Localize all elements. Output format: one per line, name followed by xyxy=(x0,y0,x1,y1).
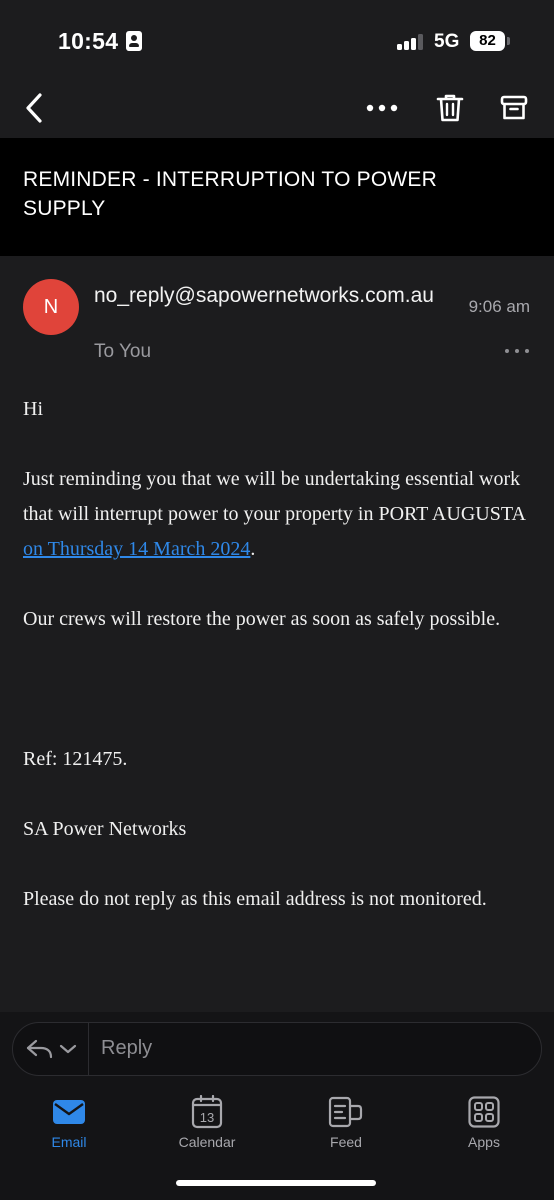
apps-grid-icon xyxy=(468,1096,500,1128)
cellular-signal-icon xyxy=(397,34,427,50)
received-time: 9:06 am xyxy=(468,297,530,316)
message-options-button[interactable] xyxy=(505,341,529,361)
person-card-icon xyxy=(126,31,142,51)
body-text: Just reminding you that we will be under… xyxy=(23,468,525,525)
reply-options-button[interactable] xyxy=(13,1023,89,1075)
message-toolbar xyxy=(0,80,554,138)
status-time: 10:54 xyxy=(58,28,119,54)
body-paragraph-2: Our crews will restore the power as soon… xyxy=(23,608,501,630)
sender-address[interactable]: no_reply@sapowernetworks.com.au xyxy=(94,282,454,310)
archive-icon xyxy=(500,95,528,120)
sender-avatar[interactable]: N xyxy=(23,279,79,335)
reply-box[interactable]: Reply xyxy=(12,1022,542,1076)
reply-area: Reply xyxy=(0,1012,554,1086)
trash-icon xyxy=(436,94,464,122)
tab-email[interactable]: Email xyxy=(14,1094,124,1158)
feed-icon xyxy=(328,1096,363,1128)
home-indicator[interactable] xyxy=(176,1180,376,1186)
tab-feed[interactable]: Feed xyxy=(291,1094,401,1158)
chevron-left-icon xyxy=(26,93,42,123)
back-button[interactable] xyxy=(12,80,56,136)
tab-label: Apps xyxy=(468,1134,500,1150)
calendar-icon: 13 xyxy=(191,1095,223,1129)
tab-calendar[interactable]: 13 Calendar xyxy=(152,1094,262,1158)
body-paragraph-1: Just reminding you that we will be under… xyxy=(23,462,535,567)
body-text: . xyxy=(250,538,256,560)
more-button[interactable] xyxy=(360,80,404,136)
tab-label: Calendar xyxy=(178,1134,236,1150)
network-type: 5G xyxy=(434,31,460,52)
signature: SA Power Networks xyxy=(23,818,187,840)
subject-bar: REMINDER - INTERRUPTION TO POWER SUPPLY xyxy=(0,138,554,256)
reference-number: Ref: 121475. xyxy=(23,748,128,770)
battery-tip xyxy=(507,37,510,45)
envelope-icon xyxy=(53,1100,85,1124)
battery-icon: 82 xyxy=(470,31,505,51)
status-bar: 10:54 5G 82 xyxy=(0,0,554,80)
tab-apps[interactable]: Apps xyxy=(429,1094,539,1158)
dot xyxy=(525,349,529,353)
date-link[interactable]: on Thursday 14 March 2024 xyxy=(23,538,250,560)
dot xyxy=(505,349,509,353)
recipient-line[interactable]: To You xyxy=(94,341,151,363)
archive-button[interactable] xyxy=(492,80,536,136)
footer-note: Please do not reply as this email addres… xyxy=(23,888,487,910)
reply-arrow-icon xyxy=(26,1039,52,1059)
tab-label: Email xyxy=(51,1134,87,1150)
chevron-down-icon xyxy=(59,1044,76,1054)
more-horizontal-icon xyxy=(366,104,398,112)
calendar-day-number: 13 xyxy=(200,1110,214,1125)
email-subject: REMINDER - INTERRUPTION TO POWER SUPPLY xyxy=(23,168,437,220)
reply-input[interactable]: Reply xyxy=(101,1037,152,1060)
delete-button[interactable] xyxy=(428,80,472,136)
greeting: Hi xyxy=(23,398,43,420)
dot xyxy=(515,349,519,353)
tab-label: Feed xyxy=(330,1134,362,1150)
email-body: Hi Just reminding you that we will be un… xyxy=(23,392,535,952)
